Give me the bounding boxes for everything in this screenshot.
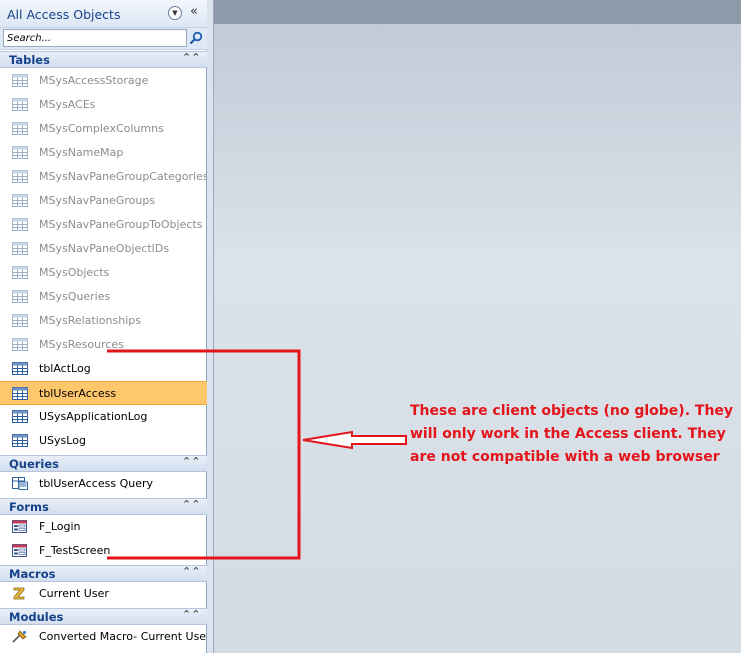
annotation-text: These are client objects (no globe). The… — [410, 403, 734, 465]
annotation-arrow-icon — [302, 430, 407, 450]
annotation-bracket — [107, 349, 407, 560]
